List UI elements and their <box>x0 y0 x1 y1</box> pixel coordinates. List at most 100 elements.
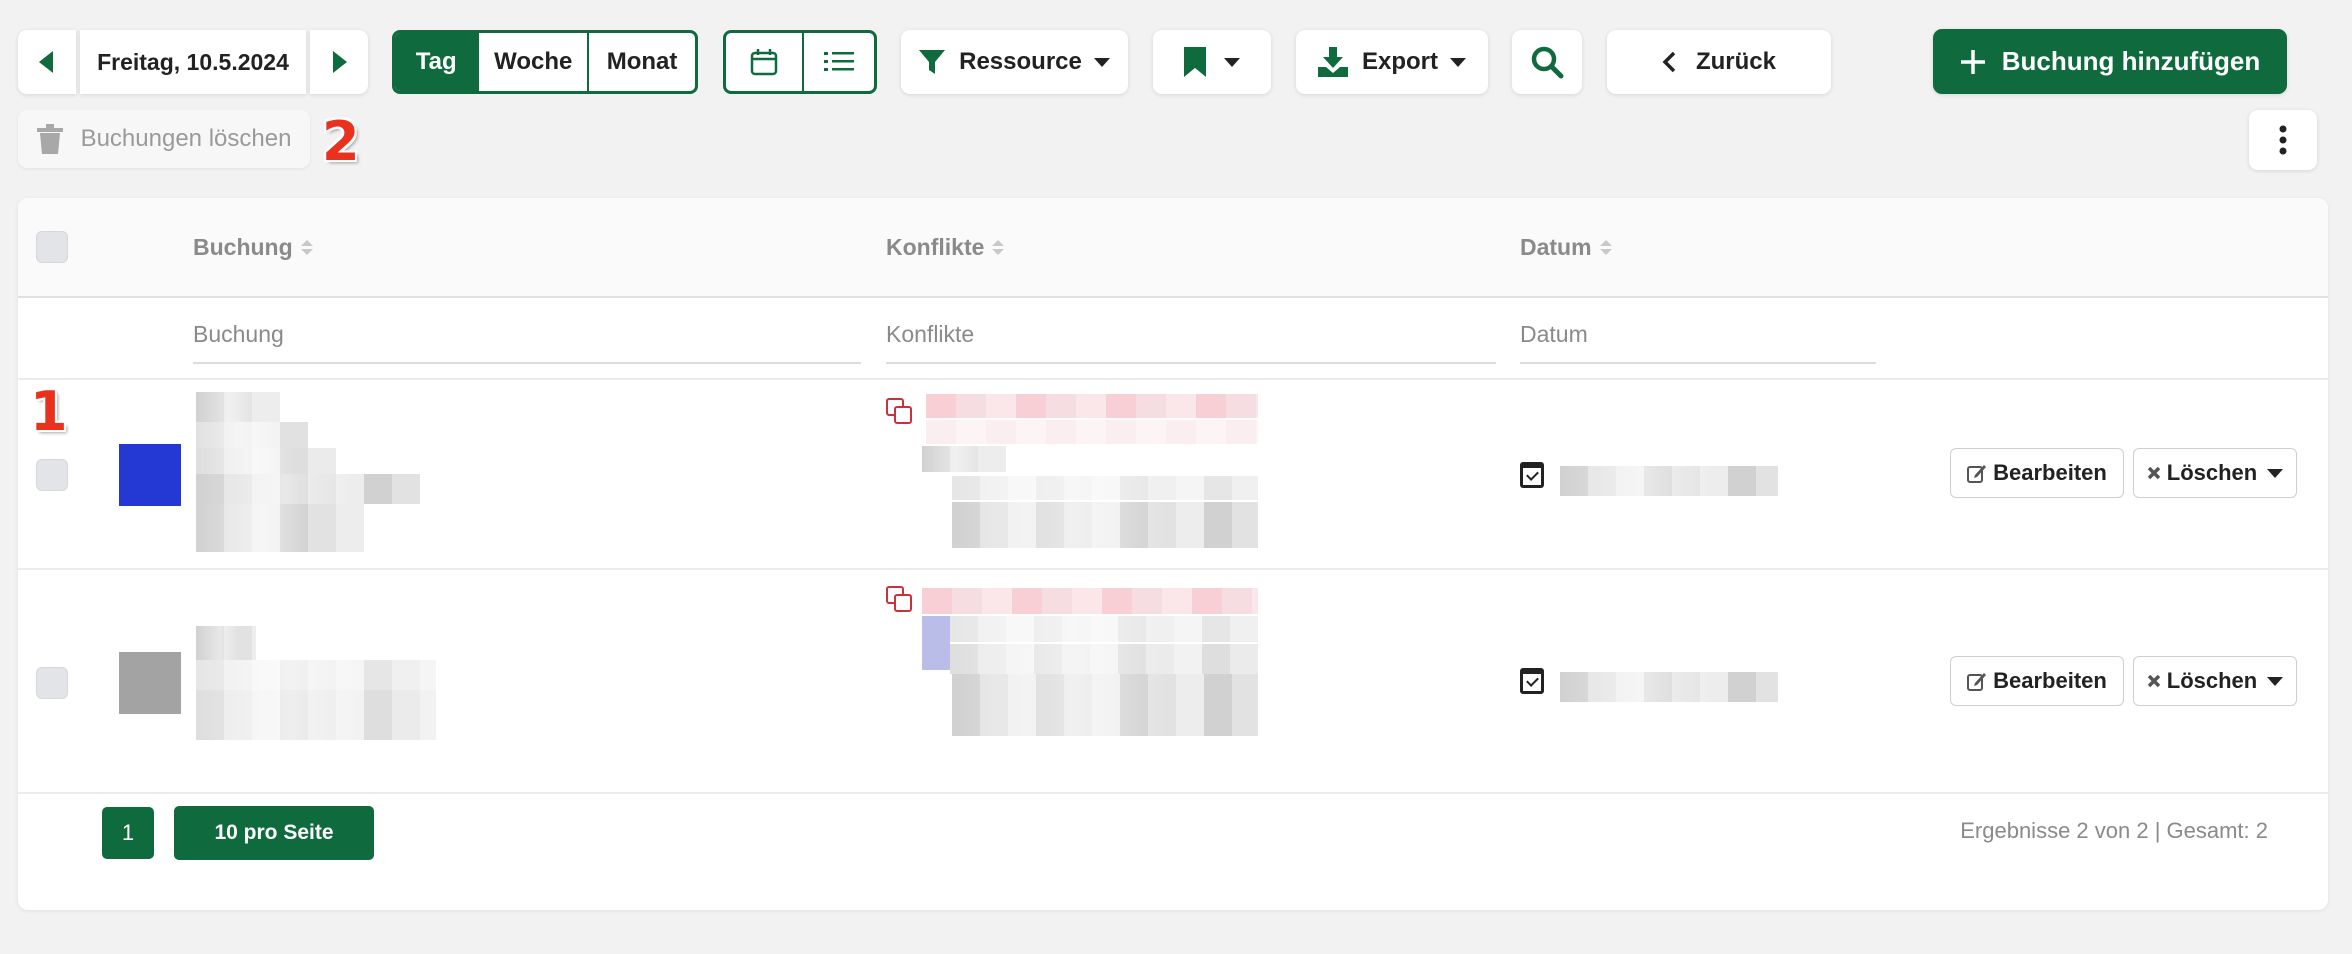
select-all-checkbox[interactable] <box>36 231 68 263</box>
booking-details-redacted <box>196 660 436 690</box>
booking-color-swatch <box>119 652 181 714</box>
chevron-down-icon <box>1224 57 1240 67</box>
conflict-details-redacted <box>950 616 1258 642</box>
date-value-redacted <box>1560 672 1778 702</box>
column-header-conflicts-label: Konflikte <box>886 234 985 260</box>
chevron-down-icon <box>1093 57 1110 67</box>
conflict-details-redacted <box>952 502 1258 548</box>
row-divider <box>18 792 2328 794</box>
sort-icon <box>300 240 313 255</box>
booking-details-redacted <box>196 392 280 422</box>
delete-bookings-button[interactable]: Buchungen löschen <box>18 110 310 168</box>
delete-button[interactable]: Löschen <box>2133 656 2297 706</box>
layout-toggle <box>723 30 877 94</box>
booking-color-swatch <box>119 444 181 506</box>
add-booking-button[interactable]: Buchung hinzufügen <box>1933 29 2287 94</box>
list-icon <box>824 52 854 71</box>
sort-icon <box>1599 240 1612 255</box>
calendar-view-button[interactable] <box>726 33 802 91</box>
column-header-booking[interactable]: Buchung <box>193 234 313 261</box>
edit-icon <box>1967 673 1987 691</box>
add-booking-label: Buchung hinzufügen <box>2001 46 2261 76</box>
next-day-button[interactable] <box>310 30 368 94</box>
close-icon <box>2147 466 2161 480</box>
tab-day[interactable]: Tag <box>395 33 478 91</box>
delete-label: Löschen <box>2166 668 2258 693</box>
export-label: Export <box>1361 48 1438 75</box>
annotation-1: 1 <box>30 380 68 443</box>
chevron-down-icon <box>1450 57 1466 67</box>
filter-booking-input[interactable]: Buchung <box>193 306 861 364</box>
tab-week[interactable]: Woche <box>477 33 587 91</box>
row-select-checkbox[interactable] <box>36 459 68 491</box>
export-button[interactable]: Export <box>1296 30 1488 94</box>
search-icon <box>1531 46 1564 79</box>
booking-details-redacted <box>196 448 336 474</box>
column-header-conflicts[interactable]: Konflikte <box>886 234 1005 261</box>
conflict-icon <box>886 398 912 424</box>
delete-button[interactable]: Löschen <box>2133 448 2297 498</box>
column-header-date[interactable]: Datum <box>1520 234 1612 261</box>
date-value-redacted <box>1560 466 1778 496</box>
calendar-check-icon <box>1520 668 1544 694</box>
conflict-details-redacted <box>926 394 1258 418</box>
edit-button[interactable]: Bearbeiten <box>1950 656 2124 706</box>
delete-label: Löschen <box>2166 460 2258 485</box>
edit-label: Bearbeiten <box>1993 668 2107 693</box>
row-divider <box>18 568 2328 570</box>
per-page-button[interactable]: 10 pro Seite <box>174 806 374 860</box>
booking-details-redacted <box>196 626 256 660</box>
download-icon <box>1317 47 1348 77</box>
results-summary: Ergebnisse 2 von 2 | Gesamt: 2 <box>1960 818 2268 843</box>
back-button[interactable]: Zurück <box>1607 30 1831 94</box>
booking-details-redacted <box>196 422 308 448</box>
resource-filter-button[interactable]: Ressource <box>901 30 1128 94</box>
calendar-icon <box>750 49 778 76</box>
booking-details-redacted <box>196 690 436 740</box>
filter-conflicts-input[interactable]: Konflikte <box>886 306 1496 364</box>
kebab-icon <box>2279 125 2287 155</box>
chevron-left-icon <box>1662 51 1676 73</box>
edit-button[interactable]: Bearbeiten <box>1950 448 2124 498</box>
column-header-date-label: Datum <box>1520 234 1592 260</box>
date-picker-button[interactable]: Freitag, 10.5.2024 <box>80 30 306 94</box>
more-options-button[interactable] <box>2249 110 2317 170</box>
caret-left-icon <box>39 51 53 73</box>
prev-day-button[interactable] <box>18 30 76 94</box>
conflict-details-redacted <box>922 616 950 670</box>
caret-right-icon <box>333 51 347 73</box>
table-header: Buchung Konflikte Datum <box>18 198 2328 298</box>
conflict-details-redacted <box>926 420 1258 444</box>
booking-details-redacted <box>196 504 364 552</box>
bookmark-button[interactable] <box>1153 30 1271 94</box>
bookmark-icon <box>1184 47 1206 77</box>
chevron-down-icon <box>2267 676 2284 686</box>
conflict-details-redacted <box>952 476 1258 500</box>
row-divider <box>18 378 2328 380</box>
search-button[interactable] <box>1512 30 1582 94</box>
close-icon <box>2147 674 2161 688</box>
edit-icon <box>1967 465 1987 483</box>
delete-bookings-label: Buchungen löschen <box>80 125 292 152</box>
chevron-down-icon <box>2267 468 2284 478</box>
tab-month[interactable]: Monat <box>587 33 695 91</box>
sort-icon <box>992 240 1005 255</box>
conflict-details-redacted <box>950 644 1258 674</box>
conflict-details-redacted <box>922 446 1006 472</box>
resource-label: Ressource <box>959 48 1082 75</box>
bookings-table: Buchung Konflikte Datum Buchung Konflikt… <box>18 198 2328 910</box>
edit-label: Bearbeiten <box>1993 460 2107 485</box>
booking-details-redacted <box>196 474 420 504</box>
calendar-check-icon <box>1520 462 1544 488</box>
filter-date-input[interactable]: Datum <box>1520 306 1876 364</box>
row-select-checkbox[interactable] <box>36 667 68 699</box>
page-1-button[interactable]: 1 <box>102 807 154 859</box>
list-view-button[interactable] <box>802 33 874 91</box>
annotation-2: 2 <box>322 110 360 173</box>
back-label: Zurück <box>1695 48 1776 75</box>
plus-icon <box>1960 49 1985 74</box>
conflict-icon <box>886 586 912 612</box>
view-tabs: Tag Woche Monat <box>392 30 698 94</box>
trash-icon <box>36 124 63 154</box>
conflict-details-redacted <box>922 588 1258 614</box>
